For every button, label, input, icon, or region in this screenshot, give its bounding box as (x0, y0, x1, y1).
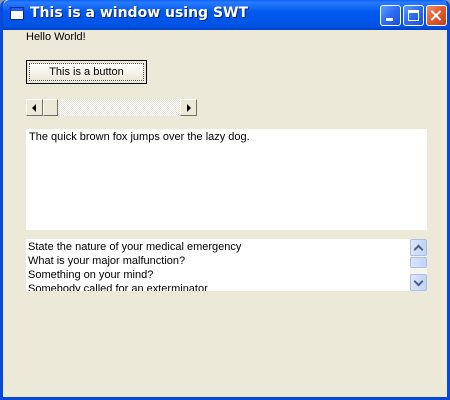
message-list[interactable]: State the nature of your medical emergen… (26, 239, 427, 291)
list-item[interactable]: Somebody called for an exterminator (28, 282, 241, 291)
list-item[interactable]: What is your major malfunction? (28, 254, 241, 268)
maximize-button[interactable] (403, 5, 424, 26)
app-window: This is a window using SWT Hello World! … (0, 0, 450, 400)
text-area[interactable]: The quick brown fox jumps over the lazy … (26, 129, 427, 230)
chevron-down-icon (413, 276, 424, 287)
scroll-right-button[interactable] (180, 99, 197, 116)
vertical-scrollbar[interactable] (410, 239, 427, 291)
scroll-left-button[interactable] (26, 99, 43, 116)
minimize-icon (386, 18, 393, 21)
window-icon (10, 7, 24, 20)
chevron-up-icon (413, 244, 424, 255)
scroll-up-button[interactable] (410, 239, 427, 256)
hello-label: Hello World! (26, 31, 86, 43)
list-item[interactable]: Something on your mind? (28, 268, 241, 282)
main-button[interactable]: This is a button (26, 60, 147, 84)
list-items: State the nature of your medical emergen… (28, 240, 241, 291)
minimize-button[interactable] (380, 5, 401, 26)
main-button-label: This is a button (29, 63, 144, 81)
arrow-right-icon (187, 104, 191, 112)
close-button[interactable] (426, 5, 447, 26)
window-title: This is a window using SWT (30, 5, 249, 21)
scroll-down-button[interactable] (410, 274, 427, 291)
list-item[interactable]: State the nature of your medical emergen… (28, 240, 241, 254)
horizontal-scrollbar[interactable] (26, 99, 197, 116)
title-bar[interactable]: This is a window using SWT (3, 0, 447, 30)
close-icon (427, 6, 446, 25)
scroll-track[interactable] (43, 99, 180, 116)
vertical-scroll-thumb[interactable] (410, 257, 427, 268)
maximize-icon (408, 10, 419, 21)
scroll-thumb[interactable] (43, 99, 58, 116)
arrow-left-icon (32, 104, 36, 112)
